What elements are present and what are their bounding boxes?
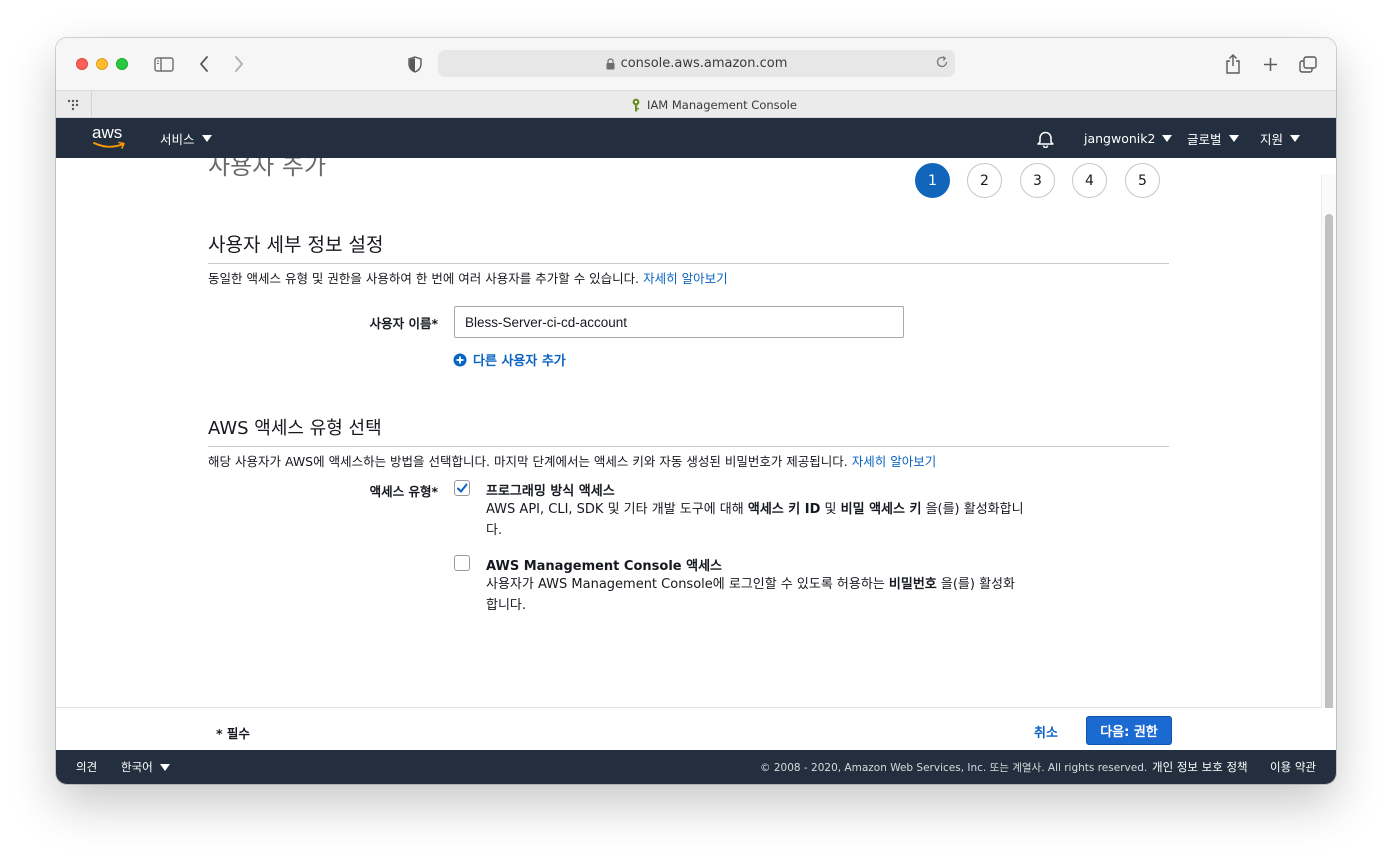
add-another-user-label: 다른 사용자 추가 [473,354,566,369]
user-details-description-text: 동일한 액세스 유형 및 권한을 사용하여 한 번에 여러 사용자를 추가할 수… [208,271,640,286]
account-menu[interactable]: jangwonik2 [1084,118,1173,158]
copyright-text: © 2008 - 2020, Amazon Web Services, Inc.… [760,761,1148,774]
step-1[interactable]: 1 [915,163,950,198]
aws-logo-text: aws [92,123,123,142]
scrollbar-thumb[interactable] [1325,214,1333,708]
language-label: 한국어 [121,760,153,774]
terms-link[interactable]: 이용 약관 [1270,750,1316,784]
programmatic-access-title[interactable]: 프로그래밍 방식 액세스 [486,480,615,499]
tab-group-icon[interactable] [56,91,92,118]
step-5[interactable]: 5 [1125,163,1160,198]
zoom-window-button[interactable] [116,58,128,70]
tab-bar: IAM Management Console [56,90,1336,118]
console-access-description: 사용자가 AWS Management Console에 로그인할 수 있도록 … [486,574,1026,616]
caret-down-icon [1228,134,1239,142]
console-access-title[interactable]: AWS Management Console 액세스 [486,555,722,574]
region-label: 글로벌 [1187,131,1222,147]
access-type-description-text: 해당 사용자가 AWS에 액세스하는 방법을 선택합니다. 마지막 단계에서는 … [208,454,848,469]
main-content: 사용자 추가 1 2 3 4 5 사용자 세부 정보 설정 동일한 액세스 유형… [56,158,1336,708]
plus-circle-icon [453,353,467,367]
privacy-policy-link[interactable]: 개인 정보 보호 정책 [1152,750,1248,784]
desc-bold-access-key-id: 액세스 키 ID [747,502,821,517]
cancel-button[interactable]: 취소 [1034,722,1058,741]
minimize-window-button[interactable] [96,58,108,70]
tab-active[interactable]: IAM Management Console [92,91,1336,118]
shield-icon[interactable] [407,53,423,75]
access-type-heading: AWS 액세스 유형 선택 [208,414,1169,447]
page-title-container: 사용자 추가 [208,158,326,186]
aws-smile-icon [93,141,125,149]
support-label: 지원 [1260,131,1284,147]
desc-bold-password: 비밀번호 [888,577,937,592]
wizard-action-bar: * 필수 취소 다음: 권한 [56,707,1321,750]
learn-more-link[interactable]: 자세히 알아보기 [852,454,936,469]
desc-bold-secret-key: 비밀 액세스 키 [840,502,922,517]
next-permissions-button[interactable]: 다음: 권한 [1086,716,1172,745]
add-another-user-button[interactable]: 다른 사용자 추가 [453,350,566,369]
services-menu[interactable]: 서비스 [160,118,212,158]
services-label: 서비스 [160,131,195,147]
required-note: * 필수 [216,726,250,741]
username-label: 사용자 이름* [369,316,438,331]
aws-logo[interactable]: aws [92,124,128,152]
step-3[interactable]: 3 [1020,163,1055,198]
checkmark-icon [457,483,468,493]
plus-icon[interactable] [1261,53,1279,75]
user-details-description: 동일한 액세스 유형 및 권한을 사용하여 한 번에 여러 사용자를 추가할 수… [208,268,728,287]
programmatic-access-checkbox[interactable] [454,480,470,496]
access-type-label: 액세스 유형* [369,484,438,499]
region-menu[interactable]: 글로벌 [1187,118,1239,158]
url-text: console.aws.amazon.com [620,56,788,71]
console-access-checkbox[interactable] [454,555,470,571]
tab-title-text: IAM Management Console [647,97,797,112]
username-input[interactable] [454,306,904,338]
page-title: 사용자 추가 [208,158,327,180]
desc-text: 및 [820,502,841,517]
account-name: jangwonik2 [1084,130,1156,146]
bell-icon[interactable] [1036,118,1055,158]
access-type-description: 해당 사용자가 AWS에 액세스하는 방법을 선택합니다. 마지막 단계에서는 … [208,451,936,470]
browser-toolbar: console.aws.amazon.com [56,38,1336,90]
step-2[interactable]: 2 [967,163,1002,198]
iam-favicon-icon [631,98,641,112]
close-window-button[interactable] [76,58,88,70]
step-4[interactable]: 4 [1072,163,1107,198]
aws-navbar: aws 서비스 jangwonik2 글로벌 지원 [56,118,1336,158]
browser-window: console.aws.amazon.com IAM Management Co… [56,38,1336,784]
learn-more-link[interactable]: 자세히 알아보기 [643,271,727,286]
user-details-heading: 사용자 세부 정보 설정 [208,230,1169,264]
tabs-overview-icon[interactable] [1298,53,1318,75]
language-selector[interactable]: 한국어 [121,750,170,784]
sidebar-icon[interactable] [153,53,175,75]
programmatic-access-description: AWS API, CLI, SDK 및 기타 개발 도구에 대해 액세스 키 I… [486,499,1026,541]
desc-text: 사용자가 AWS Management Console에 로그인할 수 있도록 … [486,577,889,592]
aws-footer: 의견 한국어 © 2008 - 2020, Amazon Web Service… [56,750,1336,784]
lock-icon [606,57,615,70]
reload-icon[interactable] [935,55,949,73]
chevron-left-icon[interactable] [196,53,212,75]
support-menu[interactable]: 지원 [1260,118,1301,158]
scrollbar-track[interactable] [1321,174,1336,708]
chevron-right-icon[interactable] [231,53,247,75]
caret-down-icon [1290,134,1301,142]
caret-down-icon [159,763,170,771]
caret-down-icon [201,134,212,142]
caret-down-icon [1162,134,1173,142]
address-bar[interactable]: console.aws.amazon.com [438,50,955,77]
share-icon[interactable] [1224,53,1242,75]
feedback-link[interactable]: 의견 [76,750,97,784]
desc-text: AWS API, CLI, SDK 및 기타 개발 도구에 대해 [486,502,748,517]
